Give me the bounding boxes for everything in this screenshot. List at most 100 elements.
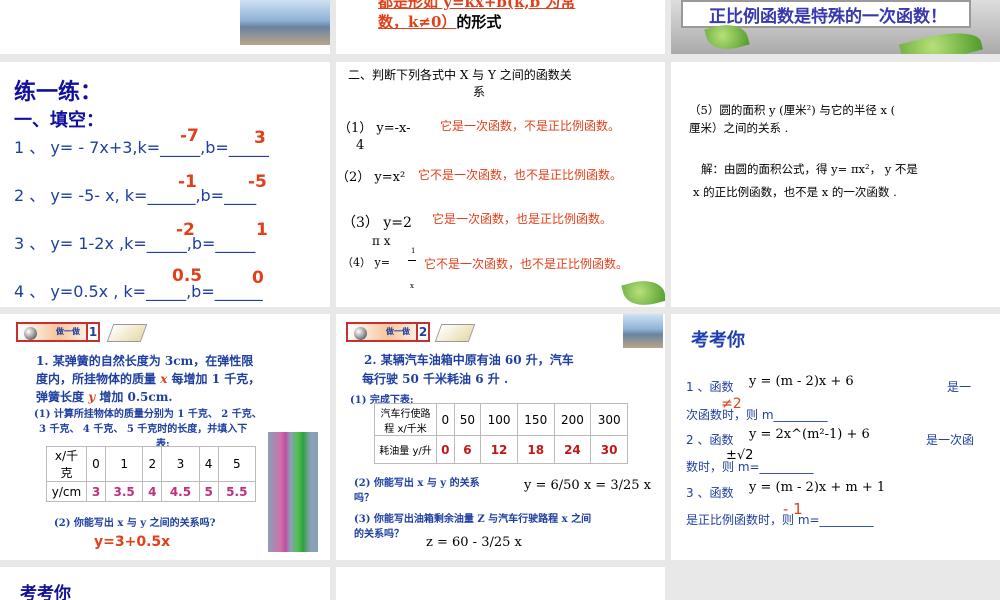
- slide-thumbnail-8[interactable]: 做一做 2 2. 某辆汽车油箱中原有油 60 升，汽车 每行驶 50 千米耗油 6…: [336, 314, 665, 560]
- board-text: 正比例函数是特殊的一次函数！: [709, 7, 947, 27]
- exercise-4: 4 、 y=0.5x , k=_____,b=______: [14, 282, 263, 301]
- expr-4-den: x: [410, 282, 414, 290]
- table-header: 汽车行使路程 x/千米: [374, 403, 437, 436]
- problem-line-1: 1. 某弹簧的自然长度为 3cm，在弹性限: [36, 354, 254, 368]
- book-icon: [106, 324, 148, 342]
- do-it-badge: 做一做 2: [346, 322, 430, 342]
- table-cell: 30: [590, 435, 628, 464]
- car-image: [623, 314, 663, 348]
- subquestion-line: 3 千克、 4 千克、 5 千克时的长度，并填入下: [39, 424, 248, 435]
- problem-line-3: 弹簧长度: [36, 390, 89, 404]
- answer-k-4: 0.5: [172, 266, 203, 286]
- table-cell: 4: [198, 446, 219, 482]
- table-cell: 18: [516, 435, 555, 464]
- q1-suffix: 是一: [947, 380, 972, 394]
- q3-formula: y = (m - 2)x + m + 1: [749, 480, 886, 495]
- table-cell: 3.5: [104, 481, 144, 502]
- question-line-1: （5）圆的面积 y (厘米²) 与它的半径 x (: [689, 103, 896, 117]
- car-image: [240, 0, 330, 45]
- expr-4-num: 1: [411, 247, 416, 255]
- problem-line-2b: 每增加 1 千克，: [167, 372, 261, 386]
- slide-thumbnail-2[interactable]: 都是形如 y=kx+b(k,b 为常数，k≠0）的形式: [336, 0, 665, 54]
- subquestion-2: (2) 你能写出 x 与 y 的关系: [354, 478, 480, 489]
- table-cell: 300: [590, 403, 628, 436]
- problem-text: 1. 某弹簧的自然长度为 3cm，在弹性限 度内，所挂物体的质量 x 每增加 1…: [36, 352, 260, 406]
- slide-thumbnail-7[interactable]: 做一做 1 1. 某弹簧的自然长度为 3cm，在弹性限 度内，所挂物体的质量 x …: [0, 314, 330, 560]
- q3-line2: 是正比例函数时，则 m=_________: [686, 513, 874, 527]
- subquestion-line: (1) 计算所挂物体的质量分别为 1 千克、 2 千克、: [34, 409, 262, 420]
- slide-thumbnail-11[interactable]: [336, 567, 665, 600]
- badge-number: 1: [86, 322, 100, 342]
- subquestion-2: (2) 你能写出 x 与 y 之间的关系吗?: [54, 518, 216, 529]
- ball-icon: [354, 327, 367, 340]
- expr-1-cont: 4: [356, 138, 365, 153]
- q2-answer: ±√2: [726, 448, 754, 463]
- formula-2: y = 6/50 x = 3/25 x: [524, 478, 651, 493]
- q2-formula: y = 2x^(m²-1) + 6: [749, 427, 870, 442]
- slide-title-cont: 系: [473, 85, 486, 99]
- slide-thumbnail-9[interactable]: 考考你 1 、函数 y = (m - 2)x + 6 是一 次函数时，则 m__…: [671, 314, 1000, 560]
- table-cell: 4: [142, 481, 163, 502]
- answer-b-4: 0: [252, 268, 264, 288]
- slide-thumbnail-1[interactable]: [0, 0, 330, 54]
- problem-line-2: 每行驶 50 千米耗油 6 升 .: [362, 372, 509, 386]
- fraction-bar: [408, 260, 416, 261]
- slide-title: 练一练：: [14, 79, 103, 105]
- expr-4: （4） y=: [342, 256, 390, 269]
- slide-title: 考考你: [20, 584, 71, 600]
- table-cell: 6: [453, 435, 482, 464]
- expr-1: （1） y=-x-: [338, 121, 411, 136]
- answer-b-3: 1: [256, 220, 268, 240]
- answer-4: 它不是一次函数，也不是正比例函数。: [424, 257, 629, 271]
- problem-text: 2. 某辆汽车油箱中原有油 60 升，汽车 每行驶 50 千米耗油 6 升 .: [362, 351, 574, 389]
- answer-k-2: -1: [178, 172, 197, 192]
- leaf-icon: [898, 24, 984, 54]
- answer-b-1: 3: [254, 128, 266, 148]
- slide-title: 考考你: [691, 330, 745, 351]
- ball-icon: [24, 327, 37, 340]
- expr-2: （2） y=x²: [336, 170, 406, 185]
- answer-b-2: -5: [248, 172, 267, 192]
- table-cell: 0: [436, 403, 455, 436]
- slide-thumbnail-10[interactable]: 考考你: [0, 567, 330, 600]
- slide-thumbnail-4[interactable]: 练一练： 一、填空： 1 、 y= - 7x+3,k=_____,b=_____…: [0, 62, 330, 307]
- table-cell: 3: [86, 481, 106, 502]
- exercise-3: 3 、 y= 1-2x ,k=_____,b=_____: [14, 234, 256, 253]
- expr-3-cont: π x: [372, 234, 391, 248]
- exercise-2: 2 、 y= -5- x, k=______,b=____: [14, 186, 257, 205]
- table-cell: 0: [436, 435, 455, 464]
- q2-suffix: 是一次函: [926, 433, 975, 447]
- slide-title: 二、判断下列各式中 X 与 Y 之间的函数关: [348, 68, 572, 82]
- fuel-table: 汽车行使路程 x/千米 0 50 100 150 200 300 耗油量 y/升 0 6 12 18…: [374, 403, 628, 464]
- table-cell: 200: [553, 403, 592, 436]
- slide-subtitle: 一、填空：: [14, 110, 104, 131]
- slide-thumbnail-3[interactable]: 正比例函数是特殊的一次函数！: [671, 0, 1000, 54]
- question-line-2: 厘米）之间的关系 .: [689, 121, 789, 135]
- answer-3: 它是一次函数，也是正比例函数。: [432, 212, 613, 226]
- badge-number: 2: [416, 322, 430, 342]
- relation-answer: y=3+0.5x: [94, 534, 171, 550]
- subquestion-2-cont: 吗？: [354, 493, 374, 504]
- table-cell: 4.5: [161, 481, 200, 502]
- table-cell: 24: [553, 435, 592, 464]
- q1-line2: 次函数时，则 m_________: [686, 408, 828, 422]
- table-cell: 5: [217, 446, 257, 482]
- formula-3: z = 60 - 3/25 x: [426, 535, 522, 550]
- subquestion-3: (3) 你能写出油箱剩余油量 Z 与汽车行驶路程 x 之间: [354, 514, 592, 525]
- answer-k-3: -2: [176, 220, 195, 240]
- do-it-badge: 做一做 1: [16, 322, 100, 342]
- subquestion-3-cont: 的关系吗？: [354, 529, 404, 540]
- spring-scale-image: [268, 432, 318, 552]
- answer-1: 它是一次函数，不是正比例函数。: [440, 119, 621, 133]
- leaf-icon: [621, 275, 665, 307]
- answer-k-1: -7: [180, 126, 199, 146]
- table-cell: 5: [198, 481, 219, 502]
- answer-2: 它不是一次函数，也不是正比例函数。: [418, 168, 623, 182]
- badge-label: 做一做: [56, 327, 80, 336]
- slide-thumbnail-5[interactable]: 二、判断下列各式中 X 与 Y 之间的函数关 系 （1） y=-x- 4 它是一…: [336, 62, 665, 307]
- slide-thumbnail-6[interactable]: （5）圆的面积 y (厘米²) 与它的半径 x ( 厘米）之间的关系 . 解：由…: [671, 62, 1000, 307]
- exercise-1: 1 、 y= - 7x+3,k=_____,b=_____: [14, 138, 269, 157]
- table-cell: 12: [480, 435, 518, 464]
- table-cell: 5.5: [217, 481, 257, 502]
- table-cell: 0: [86, 446, 106, 482]
